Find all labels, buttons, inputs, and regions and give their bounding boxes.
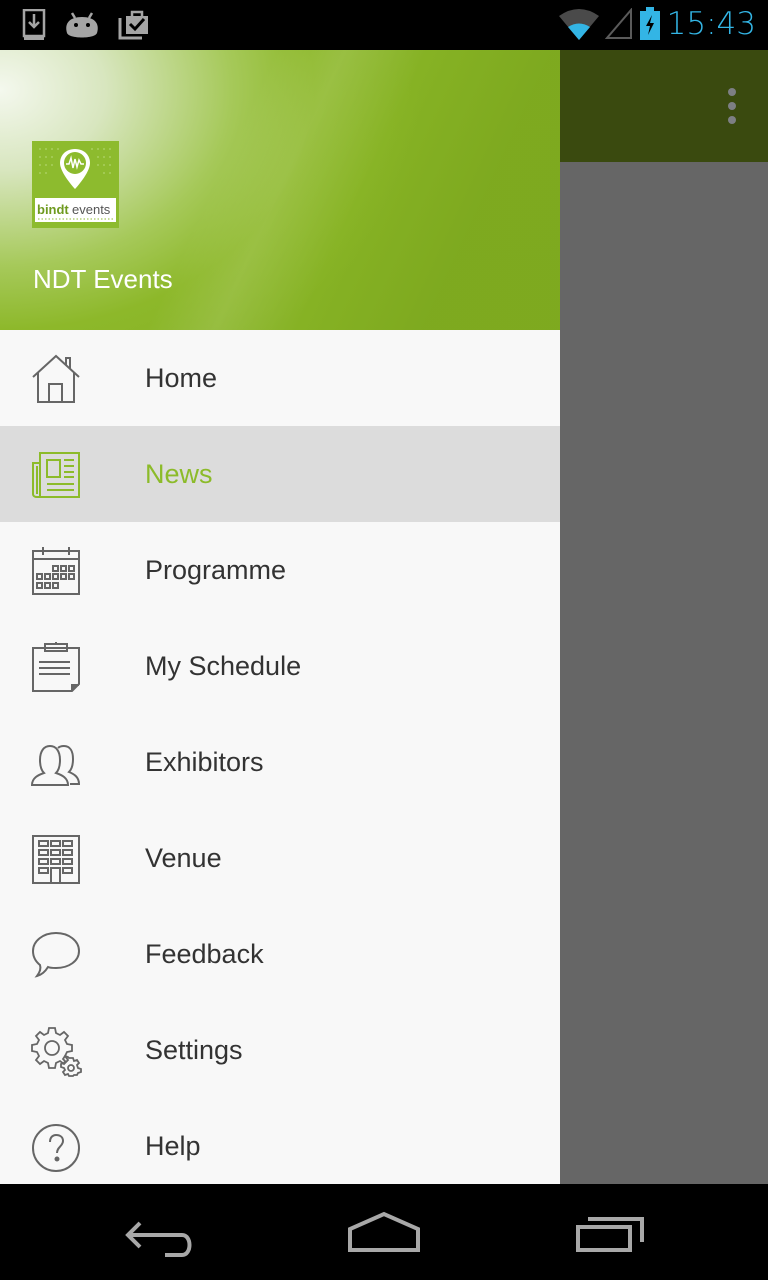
menu-label: Settings [145, 1034, 243, 1065]
overflow-dot [728, 102, 736, 110]
recent-apps-icon[interactable] [560, 1204, 660, 1264]
menu-item-exhibitors[interactable]: Exhibitors [0, 714, 560, 810]
building-icon [32, 835, 80, 884]
drawer-header: bindt events NDT Events [0, 50, 560, 330]
speech-bubble-icon [31, 931, 81, 978]
menu-label: Exhibitors [145, 746, 264, 777]
android-icon [66, 12, 98, 38]
menu-item-home[interactable]: Home [0, 330, 560, 426]
people-icon [30, 744, 81, 786]
calendar-icon [32, 547, 80, 595]
newspaper-icon [32, 452, 80, 498]
overflow-dot [728, 116, 736, 124]
overflow-menu-icon [728, 88, 736, 96]
menu-item-venue[interactable]: Venue [0, 810, 560, 906]
help-icon [32, 1124, 80, 1172]
clipboard-icon [32, 642, 80, 692]
menu-label: Help [145, 1130, 201, 1161]
overflow-menu-button[interactable] [726, 88, 738, 124]
menu-item-settings[interactable]: Settings [0, 1002, 560, 1098]
menu-item-feedback[interactable]: Feedback [0, 906, 560, 1002]
menu-item-programme[interactable]: Programme [0, 522, 560, 618]
clipboard-check-icon [118, 10, 148, 40]
battery-charging-icon [639, 7, 660, 40]
menu-label: Venue [145, 842, 222, 873]
app-name: NDT Events [33, 264, 173, 294]
menu-label: News [145, 458, 213, 489]
menu-label: Programme [145, 554, 287, 585]
menu-item-my-schedule[interactable]: My Schedule [0, 618, 560, 714]
navigation-drawer: bindt events NDT Events Home News Progra… [0, 50, 560, 1184]
download-icon [22, 9, 46, 40]
menu-item-help[interactable]: Help [0, 1098, 560, 1184]
bindt-events-logo: bindt events [32, 141, 119, 228]
home-nav-icon[interactable] [334, 1204, 434, 1264]
gears-icon [31, 1027, 82, 1077]
clock: 15:43 [666, 6, 756, 42]
svg-text:bindt: bindt [37, 202, 69, 217]
menu-label: Home [145, 362, 218, 393]
status-bar: 15:43 [0, 0, 768, 50]
home-icon [32, 354, 80, 403]
menu-label: Feedback [145, 938, 264, 969]
svg-text:events: events [72, 202, 111, 217]
system-nav-bar [0, 1184, 768, 1280]
menu-label: My Schedule [145, 650, 302, 681]
back-icon[interactable] [110, 1204, 210, 1264]
cell-signal-icon [604, 8, 632, 39]
menu-item-news[interactable]: News [0, 426, 560, 522]
wifi-icon [558, 9, 599, 40]
drawer-menu: Home News Programme My Schedule Exhibito… [0, 330, 560, 1184]
